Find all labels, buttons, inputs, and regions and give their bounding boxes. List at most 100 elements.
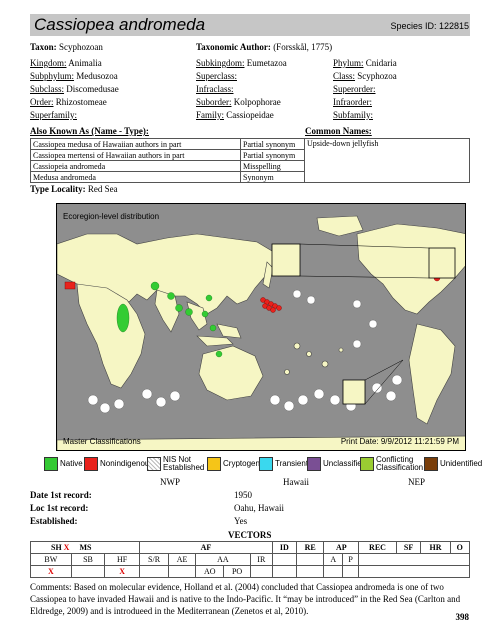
- taxonomy-label: Infraorder:: [333, 97, 372, 107]
- aka-type: Synonym: [240, 171, 305, 183]
- taxonomy-label: Suborder:: [196, 97, 232, 107]
- transient-swatch: [259, 457, 273, 471]
- taxonomy-value: Kolpophorae: [233, 97, 281, 107]
- taxonomy-label: Subclass:: [30, 84, 65, 94]
- record-hawaii: Oahu, Hawaii: [234, 503, 284, 513]
- vector-sub2: AO: [195, 565, 225, 578]
- species-title: Cassiopea andromeda: [34, 15, 206, 34]
- taxonomy-label: Phylum:: [333, 58, 364, 68]
- taxonomy-value: Eumetazoa: [246, 58, 287, 68]
- taxonomy-label: Subkingdom:: [196, 58, 245, 68]
- record-hawaii: 1950: [234, 490, 252, 500]
- distribution-map: Ecoregion-level distribution Master Clas…: [56, 203, 466, 451]
- aka-type: Partial synonym: [240, 138, 305, 150]
- vector-sub: AA: [195, 553, 251, 566]
- vector-mark: X: [30, 565, 72, 578]
- vectors-header-row: SH X MS AF ID RE AP REC SF HR O: [30, 541, 471, 554]
- aka-name: Cassiopeia andromeda: [30, 160, 241, 172]
- nis-swatch: [147, 457, 161, 471]
- region-nwp: NWP: [160, 477, 180, 487]
- vector-mark: [271, 565, 297, 578]
- vector-sub2: PO: [223, 565, 251, 578]
- taxonomy-superfamily: Superfamily:: [30, 110, 77, 120]
- legend-label: Native: [60, 459, 83, 468]
- taxonomy-value: Medusozoa: [76, 71, 118, 81]
- vector-sub: P: [341, 553, 360, 566]
- vector-mark: [138, 565, 170, 578]
- vector-ms-label: MS: [79, 543, 92, 552]
- vector-mark: [70, 565, 106, 578]
- vector-mark: [168, 565, 197, 578]
- type-locality-value: Red Sea: [87, 184, 118, 194]
- aka-name: Medusa andromeda: [30, 171, 241, 183]
- vector-sh: SH X MS: [30, 541, 140, 554]
- comments-text: Comments: Based on molecular evidence, H…: [30, 582, 461, 616]
- species-id: Species ID: 122815: [390, 21, 469, 31]
- legend-nonindigenous: Nonindigenous: [84, 457, 153, 471]
- record-label: Loc 1st record:: [30, 503, 89, 513]
- world-map-graphic: [57, 204, 465, 450]
- legend-unclassified: Unclassified: [307, 457, 366, 471]
- legend-label: Unidentified: [440, 459, 483, 468]
- vector-mark: [323, 565, 343, 578]
- taxonomy-label: Infraclass:: [196, 84, 234, 94]
- taxon-label: Taxon:: [30, 42, 57, 52]
- vector-sub: A: [323, 553, 343, 566]
- nonindigenous-swatch: [84, 457, 98, 471]
- vector-o: O: [449, 541, 471, 554]
- aka-heading: Also Known As (Name - Type):: [30, 126, 149, 136]
- taxonomy-value: Animalia: [68, 58, 102, 68]
- taxonomy-kingdom: Kingdom: Animalia: [30, 58, 102, 68]
- vector-hr: HR: [420, 541, 451, 554]
- author-label: Taxonomic Author:: [196, 42, 271, 52]
- aka-row: Cassiopea medusa of Hawaiian authors in …: [30, 138, 470, 183]
- taxonomy-subfamily: Subfamily:: [333, 110, 373, 120]
- legend-label: Transient: [275, 459, 309, 468]
- taxonomy-label: Order:: [30, 97, 54, 107]
- record-hawaii: Yes: [234, 516, 248, 526]
- vector-af: AF: [138, 541, 273, 554]
- legend-label: NIS Not Established: [163, 455, 205, 472]
- taxonomy-family: Family: Cassiopeidae: [196, 110, 274, 120]
- vector-mark: [295, 565, 325, 578]
- vectors-table: SH X MS AF ID RE AP REC SF HR O BW SB HF…: [30, 541, 471, 578]
- vector-sub: S/R: [138, 553, 170, 566]
- record-label: Established:: [30, 516, 78, 526]
- taxonomy-superclass: Superclass:: [196, 71, 237, 81]
- vector-sh-mark: X: [63, 543, 70, 552]
- taxonomy-label: Superfamily:: [30, 110, 77, 120]
- vector-id: ID: [271, 541, 297, 554]
- legend-nis-not-established: NIS Not Established: [147, 455, 207, 472]
- vector-sub: HF: [104, 553, 140, 566]
- author-row: Taxonomic Author: (Forsskål, 1775): [196, 42, 332, 52]
- taxonomy-value: Cassiopeidae: [226, 110, 274, 120]
- region-nep: NEP: [408, 477, 426, 487]
- vector-sub: [358, 553, 470, 566]
- taxonomy-value: Cnidaria: [365, 58, 397, 68]
- vector-sub: BW: [30, 553, 72, 566]
- taxonomy-label: Family:: [196, 110, 225, 120]
- map-footer-left: Master Classifications: [63, 437, 141, 446]
- taxonomy-infraclass: Infraclass:: [196, 84, 233, 94]
- taxonomy-label: Class:: [333, 71, 356, 81]
- aka-table: Cassiopea medusa of Hawaiian authors in …: [30, 138, 470, 183]
- vectors-mark-row: X X AO PO: [30, 565, 470, 578]
- unclassified-swatch: [307, 457, 321, 471]
- region-hawaii: Hawaii: [283, 477, 309, 487]
- taxonomy-subkingdom: Subkingdom: Eumetazoa: [196, 58, 287, 68]
- vector-sh-label: SH: [51, 543, 62, 552]
- legend-native: Native: [44, 457, 83, 471]
- taxonomy-class: Class: Scyphozoa: [333, 71, 397, 81]
- vectors-sub-row: BW SB HF S/R AE AA IR A P: [30, 553, 470, 566]
- taxonomy-suborder: Suborder: Kolpophorae: [196, 97, 281, 107]
- vector-mark: X: [104, 565, 140, 578]
- taxonomy-label: Subfamily:: [333, 110, 373, 120]
- taxonomy-order: Order: Rhizostomeae: [30, 97, 107, 107]
- map-footer-right: Print Date: 9/9/2012 11:21:59 PM: [340, 437, 459, 446]
- author-value: (Forsskål, 1775): [273, 42, 333, 52]
- record-label: Date 1st record:: [30, 490, 92, 500]
- aka-type: Partial synonym: [240, 149, 305, 161]
- taxonomy-label: Subphylum:: [30, 71, 75, 81]
- taxonomy-value: Scyphozoa: [357, 71, 397, 81]
- legend-label: Conflicting Classification: [376, 455, 424, 472]
